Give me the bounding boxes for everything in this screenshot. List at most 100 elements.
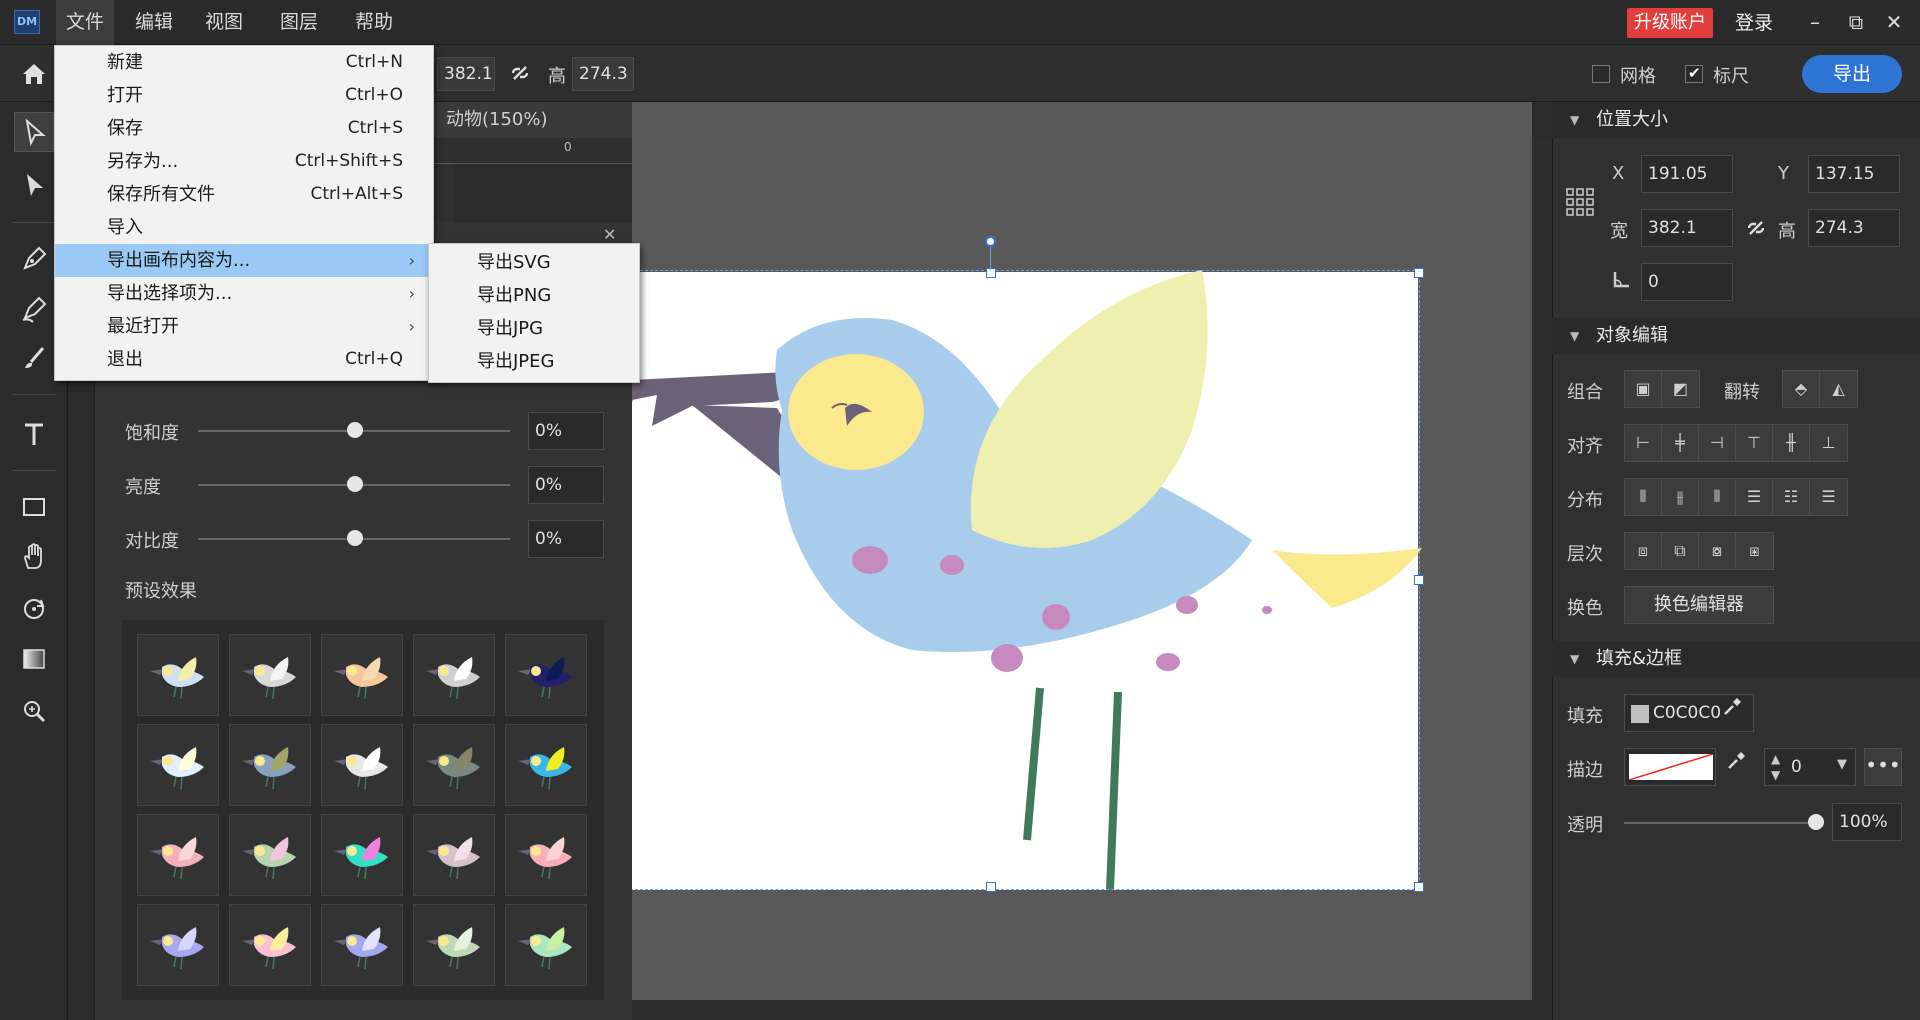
export-submenu-item[interactable]: 导出PNG <box>429 279 639 312</box>
file-menu-item[interactable]: 新建 Ctrl+N <box>55 46 433 79</box>
distribute-right-icon[interactable]: ⫴ <box>1699 479 1736 515</box>
position-size-header[interactable]: 位置大小 <box>1552 102 1920 138</box>
stroke-width-stepper[interactable]: ▲ ▼ 0 ▼ <box>1764 748 1856 786</box>
more-options-icon[interactable]: ••• <box>1864 748 1902 786</box>
menu-view[interactable]: 视图 <box>195 0 253 45</box>
preset-thumbnail[interactable] <box>137 724 219 806</box>
rotate-view-tool-icon[interactable] <box>14 590 54 630</box>
bring-to-front-icon[interactable]: ⧈ <box>1625 533 1662 569</box>
resize-handle[interactable] <box>986 268 996 278</box>
preset-thumbnail[interactable] <box>505 814 587 896</box>
restore-button[interactable]: ⧉ <box>1838 6 1874 38</box>
preset-thumbnail[interactable] <box>413 904 495 986</box>
rotate-handle[interactable] <box>985 236 996 247</box>
anchor-point-icon[interactable] <box>1565 187 1595 217</box>
ungroup-icon[interactable]: ◩ <box>1662 371 1699 407</box>
unlink-ratio-icon[interactable] <box>508 61 532 85</box>
align-right-icon[interactable]: ⊣ <box>1699 425 1736 461</box>
y-field[interactable]: 137.15 <box>1808 155 1900 193</box>
pen-tool-icon[interactable] <box>14 240 54 280</box>
fill-eyedropper-icon[interactable] <box>1712 694 1752 732</box>
brightness-value[interactable]: 0% <box>528 466 604 504</box>
file-menu-item[interactable]: 保存 Ctrl+S <box>55 112 433 145</box>
gradient-tool-icon[interactable] <box>14 640 54 680</box>
height-field[interactable]: 274.3 <box>1808 209 1900 247</box>
export-submenu-item[interactable]: 导出SVG <box>429 246 639 279</box>
file-menu-item[interactable]: 导出选择项为... › <box>55 277 433 310</box>
stroke-color-field[interactable] <box>1624 748 1716 786</box>
resize-handle[interactable] <box>1414 575 1424 585</box>
x-field[interactable]: 191.05 <box>1641 155 1733 193</box>
file-menu-item[interactable]: 导入 <box>55 211 433 244</box>
preset-thumbnail[interactable] <box>413 724 495 806</box>
curve-pen-tool-icon[interactable] <box>14 290 54 330</box>
export-submenu-item[interactable]: 导出JPEG <box>429 345 639 378</box>
contrast-value[interactable]: 0% <box>528 520 604 558</box>
unlink-ratio-icon[interactable] <box>1744 216 1768 240</box>
distribute-top-icon[interactable]: ☰ <box>1736 479 1773 515</box>
opacity-slider-knob[interactable] <box>1808 814 1824 830</box>
text-tool-icon[interactable] <box>14 415 54 455</box>
send-backward-icon[interactable]: ⧇ <box>1699 533 1736 569</box>
chevron-down-icon[interactable]: ▼ <box>1837 757 1847 772</box>
stepper-arrows-icon[interactable]: ▲ ▼ <box>1771 751 1780 783</box>
minimize-button[interactable]: – <box>1797 6 1833 38</box>
menu-layer[interactable]: 图层 <box>270 0 328 45</box>
upgrade-account-button[interactable]: 升级账户 <box>1627 8 1713 38</box>
angle-field[interactable]: 0 <box>1641 263 1733 301</box>
bring-forward-icon[interactable]: ⧉ <box>1662 533 1699 569</box>
align-bottom-icon[interactable]: ⊥ <box>1810 425 1847 461</box>
distribute-bottom-icon[interactable]: ☰ <box>1810 479 1847 515</box>
zoom-tool-icon[interactable] <box>14 692 54 732</box>
horizontal-scrollbar[interactable] <box>632 1000 1552 1020</box>
menu-help[interactable]: 帮助 <box>345 0 403 45</box>
width-field[interactable]: 382.1 <box>1641 209 1733 247</box>
menu-edit[interactable]: 编辑 <box>125 0 183 45</box>
object-edit-header[interactable]: 对象编辑 <box>1552 318 1920 354</box>
ruler-checkbox[interactable] <box>1685 64 1703 83</box>
preset-thumbnail[interactable] <box>413 634 495 716</box>
group-icon[interactable]: ▣ <box>1625 371 1662 407</box>
preset-thumbnail[interactable] <box>505 634 587 716</box>
export-submenu-item[interactable]: 导出JPG <box>429 312 639 345</box>
distribute-middle-v-icon[interactable]: ☷ <box>1773 479 1810 515</box>
preset-thumbnail[interactable] <box>229 634 311 716</box>
preset-thumbnail[interactable] <box>321 814 403 896</box>
home-icon[interactable] <box>18 58 50 90</box>
preset-thumbnail[interactable] <box>413 814 495 896</box>
preset-thumbnail[interactable] <box>229 724 311 806</box>
hand-tool-icon[interactable] <box>14 538 54 578</box>
preset-thumbnail[interactable] <box>505 904 587 986</box>
vertical-scrollbar[interactable] <box>1532 138 1552 1002</box>
opacity-slider[interactable] <box>1624 822 1814 824</box>
distribute-left-icon[interactable]: ⫴ <box>1625 479 1662 515</box>
file-menu-item[interactable]: 导出画布内容为... › <box>55 244 433 277</box>
grid-checkbox[interactable] <box>1592 65 1610 83</box>
send-to-back-icon[interactable]: ⧆ <box>1736 533 1773 569</box>
export-button[interactable]: 导出 <box>1802 55 1902 93</box>
resize-handle[interactable] <box>1414 268 1424 278</box>
flip-horizontal-icon[interactable]: ◭ <box>1820 371 1857 407</box>
brush-tool-icon[interactable] <box>14 340 54 380</box>
preset-thumbnail[interactable] <box>505 724 587 806</box>
distribute-center-h-icon[interactable]: ⫵ <box>1662 479 1699 515</box>
saturation-slider-knob[interactable] <box>347 422 363 438</box>
saturation-value[interactable]: 0% <box>528 412 604 450</box>
login-button[interactable]: 登录 <box>1735 8 1773 38</box>
file-menu-item[interactable]: 保存所有文件 Ctrl+Alt+S <box>55 178 433 211</box>
preset-thumbnail[interactable] <box>137 634 219 716</box>
align-middle-v-icon[interactable]: ╫ <box>1773 425 1810 461</box>
resize-handle[interactable] <box>1414 882 1424 892</box>
direct-select-tool-icon[interactable] <box>14 166 54 206</box>
preset-thumbnail[interactable] <box>137 814 219 896</box>
adjust-panel-close-icon[interactable]: ✕ <box>603 225 616 244</box>
align-left-icon[interactable]: ⊢ <box>1625 425 1662 461</box>
recolor-editor-button[interactable]: 换色编辑器 <box>1624 586 1774 624</box>
file-menu-item[interactable]: 最近打开 › <box>55 310 433 343</box>
preset-thumbnail[interactable] <box>229 904 311 986</box>
file-menu-item[interactable]: 打开 Ctrl+O <box>55 79 433 112</box>
align-center-h-icon[interactable]: ╪ <box>1662 425 1699 461</box>
close-button[interactable]: ✕ <box>1876 6 1912 38</box>
toolbar-width-field[interactable]: 382.1 <box>437 57 495 91</box>
select-tool-icon[interactable] <box>14 112 54 152</box>
